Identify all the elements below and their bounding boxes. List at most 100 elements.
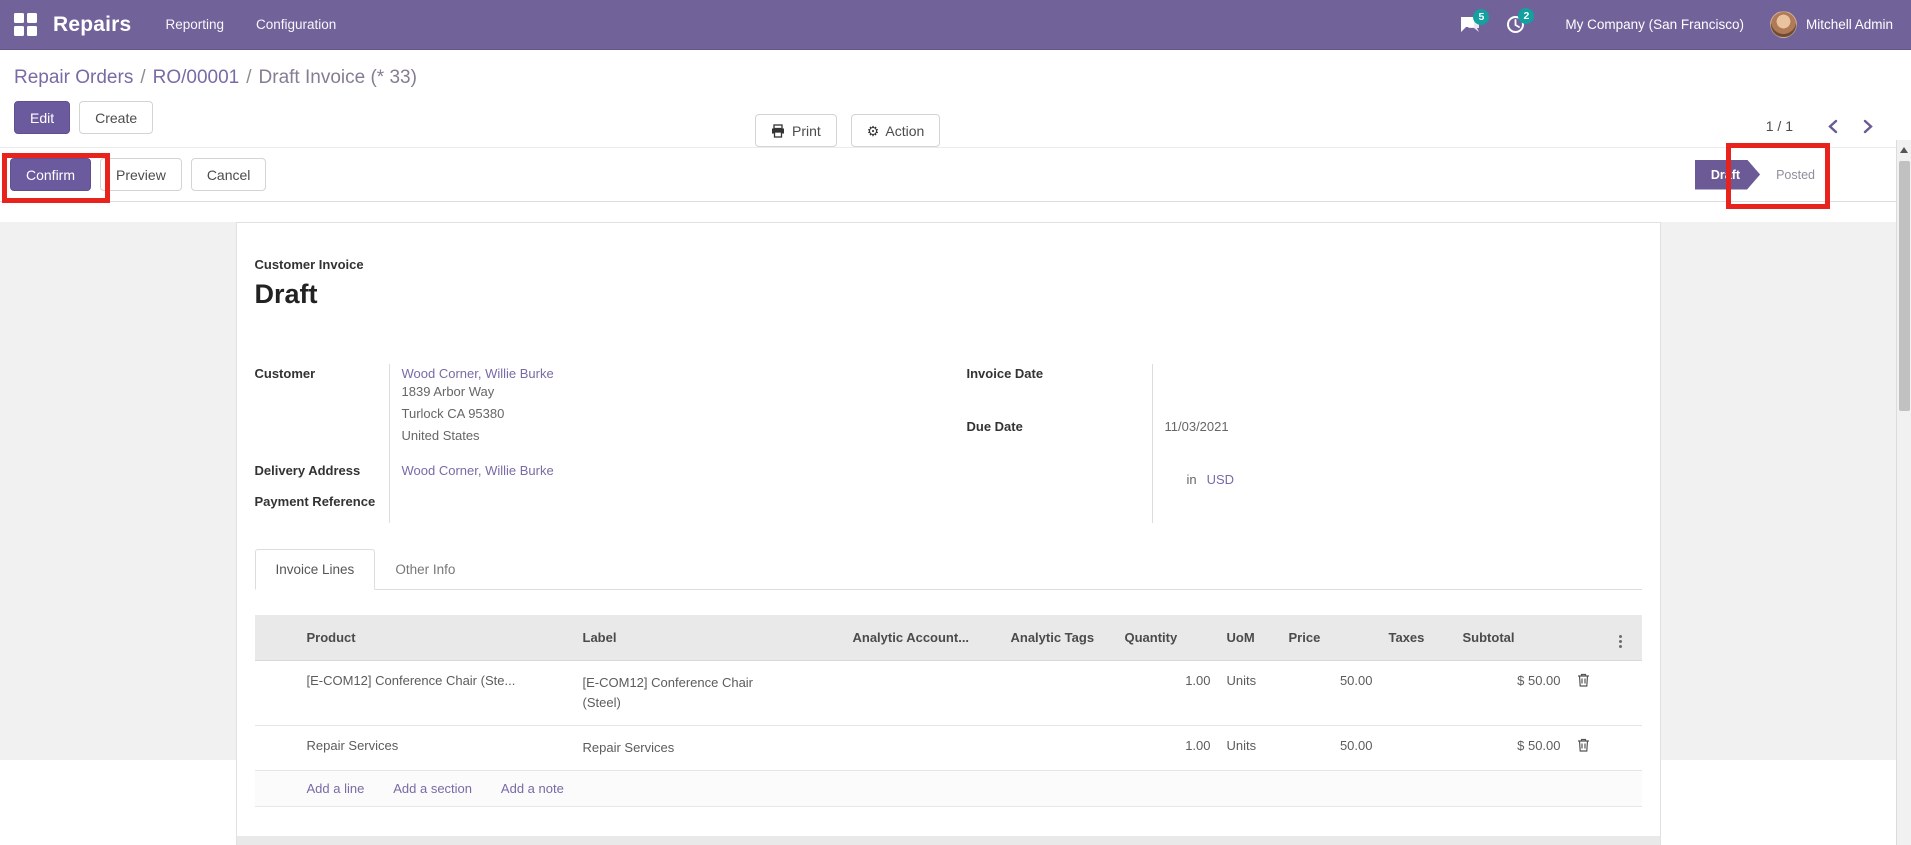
add-a-section-link[interactable]: Add a section <box>393 781 472 796</box>
customer-link[interactable]: Wood Corner, Willie Burke <box>402 366 554 381</box>
column-product[interactable]: Product <box>298 615 575 661</box>
customer-address-line: 1839 Arbor Way <box>401 384 495 399</box>
invoice-lines-table: Product Label Analytic Account... Analyt… <box>254 615 1642 771</box>
invoice-sheet: Customer Invoice Draft Customer Wood Cor… <box>235 222 1661 845</box>
cell-analytic-account[interactable] <box>844 660 1003 726</box>
company-switcher[interactable]: My Company (San Francisco) <box>1565 17 1744 32</box>
payment-reference-value[interactable] <box>388 492 895 523</box>
customer-label: Customer <box>254 366 316 381</box>
control-panel: Repair Orders / RO/00001/Draft Invoice (* … <box>0 50 1911 147</box>
cell-product[interactable]: Repair Services <box>298 725 575 771</box>
apps-menu-icon[interactable] <box>14 13 37 36</box>
messages-button[interactable]: 5 <box>1460 8 1490 34</box>
edit-button[interactable]: Edit <box>14 101 71 134</box>
trash-icon <box>1577 673 1590 687</box>
column-price[interactable]: Price <box>1280 615 1381 661</box>
delete-line-button[interactable] <box>1568 725 1607 771</box>
printer-icon <box>771 123 785 138</box>
gear-icon: ⚙ <box>866 122 880 139</box>
cell-uom[interactable]: Units <box>1218 725 1281 771</box>
menu-reporting[interactable]: Reporting <box>165 17 224 32</box>
vertical-scrollbar[interactable] <box>1896 140 1911 845</box>
customer-address-line: Turlock CA 95380 <box>401 406 505 421</box>
cell-label[interactable]: [E-COM12] Conference Chair (Steel) <box>574 660 845 726</box>
cell-label[interactable]: Repair Services <box>574 725 845 771</box>
cell-product[interactable]: [E-COM12] Conference Chair (Ste... <box>298 660 575 726</box>
invoice-line-row[interactable]: Repair Services Repair Services 1.00 Uni… <box>254 725 1642 771</box>
activities-button[interactable]: 2 <box>1506 8 1535 34</box>
cell-uom[interactable]: Units <box>1218 660 1281 726</box>
breadcrumb-repair-orders[interactable]: Repair Orders <box>14 67 133 88</box>
due-date-label: Due Date <box>966 419 1023 434</box>
top-navbar: Repairs Reporting Configuration 5 2 My C… <box>0 0 1911 50</box>
cancel-button[interactable]: Cancel <box>190 158 267 191</box>
breadcrumb-current: Draft Invoice (* 33) <box>258 67 417 88</box>
column-quantity[interactable]: Quantity <box>1116 615 1219 661</box>
column-options[interactable] <box>1606 615 1642 661</box>
action-button[interactable]: ⚙ Action <box>850 114 941 147</box>
due-date-value[interactable]: 11/03/2021 <box>1151 417 1642 470</box>
create-button[interactable]: Create <box>79 101 154 134</box>
cell-subtotal: $ 50.00 <box>1454 660 1569 726</box>
breadcrumb-ro-00001[interactable]: RO/00001 <box>153 67 240 88</box>
handle-column-header <box>254 615 299 661</box>
pager-next-icon[interactable] <box>1855 119 1881 134</box>
cell-quantity[interactable]: 1.00 <box>1116 660 1219 726</box>
app-name[interactable]: Repairs <box>53 13 131 37</box>
cell-analytic-account[interactable] <box>844 725 1003 771</box>
customer-value: Wood Corner, Willie Burke 1839 Arbor Way… <box>388 364 895 461</box>
tab-other-info[interactable]: Other Info <box>375 549 475 589</box>
delete-line-button[interactable] <box>1568 660 1607 726</box>
column-analytic-tags[interactable]: Analytic Tags <box>1002 615 1117 661</box>
invoice-line-row[interactable]: [E-COM12] Conference Chair (Ste... [E-CO… <box>254 660 1642 726</box>
currency-prefix: in <box>1186 472 1197 487</box>
column-subtotal[interactable]: Subtotal <box>1454 615 1569 661</box>
left-field-group: Customer Wood Corner, Willie Burke 1839 … <box>255 364 895 523</box>
cell-price[interactable]: 50.00 <box>1280 660 1381 726</box>
delivery-address-value: Wood Corner, Willie Burke <box>388 461 895 492</box>
invoice-date-label: Invoice Date <box>966 366 1044 381</box>
cell-taxes[interactable] <box>1380 660 1455 726</box>
document-type-title: Customer Invoice <box>254 257 364 272</box>
cell-analytic-tags[interactable] <box>1002 660 1117 726</box>
trash-icon <box>1577 738 1590 752</box>
notebook-tabs: Invoice Lines Other Info <box>254 549 1642 590</box>
statusbar: Confirm Preview Cancel Draft Posted <box>0 147 1911 202</box>
print-button[interactable]: Print <box>755 114 837 147</box>
status-state-posted[interactable]: Posted <box>1776 168 1815 182</box>
pager-value: 1 / 1 <box>1765 118 1793 134</box>
invoice-date-value[interactable] <box>1151 364 1642 417</box>
add-a-note-link[interactable]: Add a note <box>501 781 564 796</box>
delivery-address-link[interactable]: Wood Corner, Willie Burke <box>402 463 554 478</box>
cell-subtotal: $ 50.00 <box>1454 725 1569 771</box>
currency-link[interactable]: USD <box>1207 472 1234 487</box>
scrollbar-up-arrow-icon[interactable] <box>1900 147 1908 153</box>
invoice-state-title: Draft <box>254 279 318 309</box>
breadcrumb: Repair Orders / RO/00001/Draft Invoice (* … <box>14 67 417 88</box>
activities-badge: 2 <box>1518 8 1535 24</box>
section-divider <box>236 836 1660 845</box>
column-label[interactable]: Label <box>574 615 845 661</box>
column-options-icon[interactable] <box>1615 634 1626 649</box>
status-state-draft[interactable]: Draft <box>1695 160 1760 190</box>
cell-price[interactable]: 50.00 <box>1280 725 1381 771</box>
form-view-content: Customer Invoice Draft Customer Wood Cor… <box>0 222 1911 845</box>
preview-button[interactable]: Preview <box>100 158 182 191</box>
currency-field: in USD <box>1151 470 1642 523</box>
user-avatar <box>1769 11 1797 38</box>
pager-previous-icon[interactable] <box>1819 119 1845 134</box>
add-a-line-link[interactable]: Add a line <box>307 781 365 796</box>
confirm-button[interactable]: Confirm <box>10 158 92 191</box>
table-footer-links: Add a line Add a section Add a note <box>254 771 1642 807</box>
table-header-row: Product Label Analytic Account... Analyt… <box>254 615 1642 661</box>
user-menu[interactable]: Mitchell Admin <box>1806 17 1893 32</box>
column-analytic-account[interactable]: Analytic Account... <box>844 615 1003 661</box>
column-uom[interactable]: UoM <box>1218 615 1281 661</box>
cell-taxes[interactable] <box>1380 725 1455 771</box>
cell-quantity[interactable]: 1.00 <box>1116 725 1219 771</box>
tab-invoice-lines[interactable]: Invoice Lines <box>254 549 376 590</box>
cell-analytic-tags[interactable] <box>1002 725 1117 771</box>
scrollbar-thumb[interactable] <box>1898 161 1910 411</box>
column-taxes[interactable]: Taxes <box>1380 615 1455 661</box>
menu-configuration[interactable]: Configuration <box>256 17 336 32</box>
